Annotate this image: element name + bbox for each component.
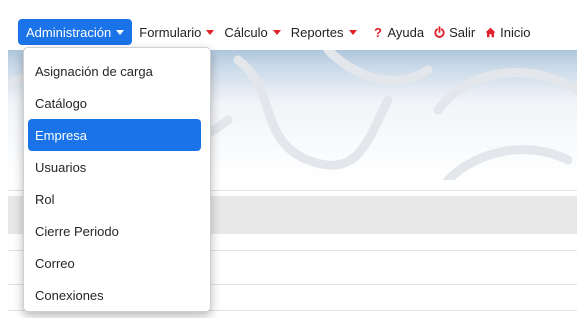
home-icon (485, 26, 496, 39)
menu-item-conexiones[interactable]: Conexiones (28, 279, 201, 311)
menu-item-asignacion-de-carga[interactable]: Asignación de carga (28, 55, 201, 87)
nav-inicio[interactable]: Inicio (480, 19, 535, 45)
nav-administracion[interactable]: Administración (18, 19, 133, 45)
nav-formulario-label: Formulario (139, 24, 202, 40)
chevron-down-icon (116, 30, 125, 35)
nav-inicio-label: Inicio (500, 24, 531, 40)
nav-calculo-label: Cálculo (224, 24, 268, 40)
menu-item-cierre-periodo[interactable]: Cierre Periodo (28, 215, 201, 247)
nav-administracion-label: Administración (26, 24, 112, 40)
nav-salir-label: Salir (449, 24, 476, 40)
menu-item-correo[interactable]: Correo (28, 247, 201, 279)
main-navbar: Administración Formulario Cálculo Report… (8, 14, 577, 50)
menu-item-rol[interactable]: Rol (28, 183, 201, 215)
question-icon: ? (374, 24, 382, 40)
chevron-down-icon (272, 30, 281, 35)
chevron-down-icon (348, 30, 357, 35)
nav-reportes[interactable]: Reportes (286, 19, 362, 45)
top-header-strip (0, 0, 577, 14)
nav-formulario[interactable]: Formulario (134, 19, 219, 45)
nav-ayuda-label: Ayuda (387, 24, 425, 40)
power-icon (434, 26, 445, 39)
chevron-down-icon (206, 30, 215, 35)
nav-calculo[interactable]: Cálculo (219, 19, 285, 45)
nav-salir[interactable]: Salir (429, 19, 480, 45)
menu-item-empresa[interactable]: Empresa (28, 119, 201, 151)
nav-reportes-label: Reportes (290, 24, 344, 40)
menu-item-catalogo[interactable]: Catálogo (28, 87, 201, 119)
menu-item-usuarios[interactable]: Usuarios (28, 151, 201, 183)
administracion-dropdown-menu: Asignación de carga Catálogo Empresa Usu… (23, 47, 211, 312)
nav-ayuda[interactable]: ? Ayuda (368, 19, 430, 45)
